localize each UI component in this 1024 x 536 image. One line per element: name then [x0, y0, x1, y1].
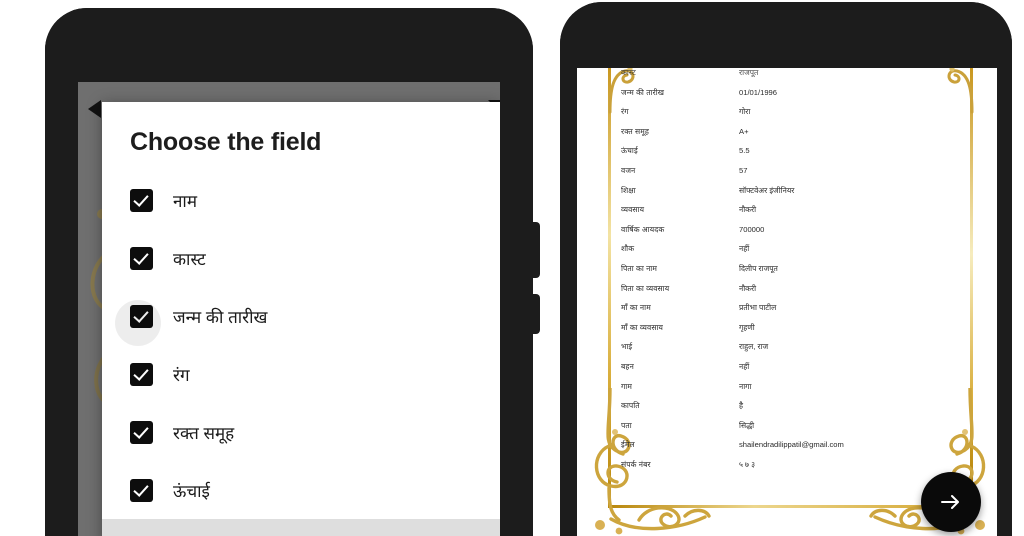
table-row: रक्त समूह A+	[621, 127, 963, 147]
checkbox-complexion[interactable]	[130, 362, 153, 386]
field-value: नहीं	[739, 361, 750, 371]
right-phone-screen: कास्ट राजपूत जन्म की तारीख 01/01/1996 रं…	[577, 68, 997, 536]
field-key: शौक	[621, 244, 635, 254]
field-value: shailendradilippatil@gmail.com	[739, 440, 844, 450]
table-row: जन्म की तारीख 01/01/1996	[621, 88, 963, 108]
table-row: कापति है	[621, 401, 963, 421]
table-row: रंग गोरा	[621, 107, 963, 127]
right-phone-mockup: कास्ट राजपूत जन्म की तारीख 01/01/1996 रं…	[560, 2, 1012, 536]
field-value: 57	[739, 165, 748, 175]
left-phone-screen: Choose the field नाम कास्ट जन्म की तारीख	[78, 82, 500, 536]
field-key: गाम	[621, 381, 632, 391]
field-option-row-1[interactable]: कास्ट	[102, 229, 500, 287]
table-row: शिक्षा सॉफ्टवेअर इंजीनियर	[621, 186, 963, 206]
field-key: वजन	[621, 165, 636, 175]
field-key: पिता का नाम	[621, 263, 658, 273]
table-row: ईमेल shailendradilippatil@gmail.com	[621, 440, 963, 460]
field-value: 01/01/1996	[739, 87, 778, 97]
left-phone-bezel	[45, 8, 533, 82]
field-option-row-4[interactable]: रक्त समूह	[102, 403, 500, 461]
field-value: राहुल, राज	[739, 342, 769, 352]
table-row: बहन नहीं	[621, 362, 963, 382]
field-key: रंग	[621, 107, 629, 117]
arrow-right-icon	[941, 495, 959, 509]
left-phone-mockup: Choose the field नाम कास्ट जन्म की तारीख	[45, 8, 540, 536]
field-key: पिता का व्यवसाय	[621, 283, 670, 293]
field-value: नौकरी	[739, 283, 757, 293]
checkbox-blood-group[interactable]	[130, 420, 153, 444]
biodata-document: कास्ट राजपूत जन्म की तारीख 01/01/1996 रं…	[577, 68, 997, 536]
field-option-label: जन्म की तारीख	[173, 307, 268, 327]
table-row: वजन 57	[621, 166, 963, 186]
checkbox-naam[interactable]	[130, 188, 153, 212]
field-key: भाई	[621, 342, 633, 352]
field-key: कापति	[621, 401, 640, 411]
field-value: प्रतीभा पाटील	[739, 303, 777, 313]
field-value: 700000	[739, 224, 765, 234]
table-row: ऊंचाई 5.5	[621, 146, 963, 166]
field-option-row-2[interactable]: जन्म की तारीख	[102, 287, 500, 345]
table-row: पिता का नाम दिलीप राजपूत	[621, 264, 963, 284]
field-key: ऊंचाई	[621, 146, 638, 156]
table-row: माँ का व्यवसाय गृहणी	[621, 323, 963, 343]
field-value: A+	[739, 126, 749, 136]
field-key: संपर्क नंबर	[621, 459, 651, 469]
table-row: वार्षिक आयदक 700000	[621, 225, 963, 245]
field-key: ईमेल	[621, 440, 635, 450]
table-row: भाई राहुल, राज	[621, 342, 963, 362]
field-key: माँ का नाम	[621, 303, 651, 313]
field-value: नौकरी	[739, 205, 757, 215]
screenshot-stage: Choose the field नाम कास्ट जन्म की तारीख	[0, 0, 1024, 536]
field-value: नागा	[739, 381, 752, 391]
field-value: सिद्धी	[739, 420, 755, 430]
table-row: कास्ट राजपूत	[621, 68, 963, 88]
field-key: जन्म की तारीख	[621, 87, 665, 97]
checkbox-caste[interactable]	[130, 246, 153, 270]
table-row: गाम नागा	[621, 382, 963, 402]
field-value: है	[739, 401, 744, 411]
table-row: माँ का नाम प्रतीभा पाटील	[621, 303, 963, 323]
field-key: व्यवसाय	[621, 205, 645, 215]
field-value: गृहणी	[739, 322, 755, 332]
next-fab-button[interactable]	[921, 472, 981, 532]
field-option-row-0[interactable]: नाम	[102, 171, 500, 229]
table-row: संपर्क नंबर ५ ७ ३	[621, 460, 963, 480]
power-button[interactable]	[532, 222, 540, 278]
biodata-field-table: कास्ट राजपूत जन्म की तारीख 01/01/1996 रं…	[621, 68, 963, 479]
field-option-label: कास्ट	[173, 249, 206, 269]
field-key: पता	[621, 420, 632, 430]
field-value: नहीं	[739, 244, 750, 254]
field-value: गोरा	[739, 107, 751, 117]
table-row: पिता का व्यवसाय नौकरी	[621, 284, 963, 304]
checkbox-height[interactable]	[130, 478, 153, 502]
field-option-row-3[interactable]: रंग	[102, 345, 500, 403]
back-arrow-icon[interactable]	[88, 100, 101, 118]
field-option-label: रक्त समूह	[173, 423, 235, 443]
field-key: रक्त समूह	[621, 126, 650, 136]
field-key: कास्ट	[621, 68, 636, 77]
field-value: दिलीप राजपूत	[739, 263, 778, 273]
choose-field-dialog: Choose the field नाम कास्ट जन्म की तारीख	[102, 102, 500, 536]
field-value: राजपूत	[739, 68, 759, 77]
field-option-list: नाम कास्ट जन्म की तारीख रंग रक्त समूह ऊं…	[102, 157, 500, 536]
table-row: व्यवसाय नौकरी	[621, 205, 963, 225]
field-key: वार्षिक आयदक	[621, 224, 665, 234]
right-phone-bezel	[560, 2, 1012, 68]
field-option-label: नाम	[173, 191, 198, 211]
field-option-row-5[interactable]: ऊंचाई	[102, 461, 500, 519]
table-row: पता सिद्धी	[621, 421, 963, 441]
field-option-row-6[interactable]: वजन	[102, 300, 500, 536]
volume-button[interactable]	[532, 294, 540, 334]
field-key: शिक्षा	[621, 185, 636, 195]
touch-ripple	[115, 300, 161, 346]
field-key: बहन	[621, 361, 634, 371]
dialog-title: Choose the field	[130, 128, 322, 156]
field-value: 5.5	[739, 146, 750, 156]
table-row: शौक नहीं	[621, 244, 963, 264]
field-key: माँ का व्यवसाय	[621, 322, 664, 332]
field-option-label: रंग	[173, 365, 190, 385]
field-value: ५ ७ ३	[739, 459, 756, 469]
field-option-label: ऊंचाई	[173, 481, 210, 501]
field-value: सॉफ्टवेअर इंजीनियर	[739, 185, 795, 195]
